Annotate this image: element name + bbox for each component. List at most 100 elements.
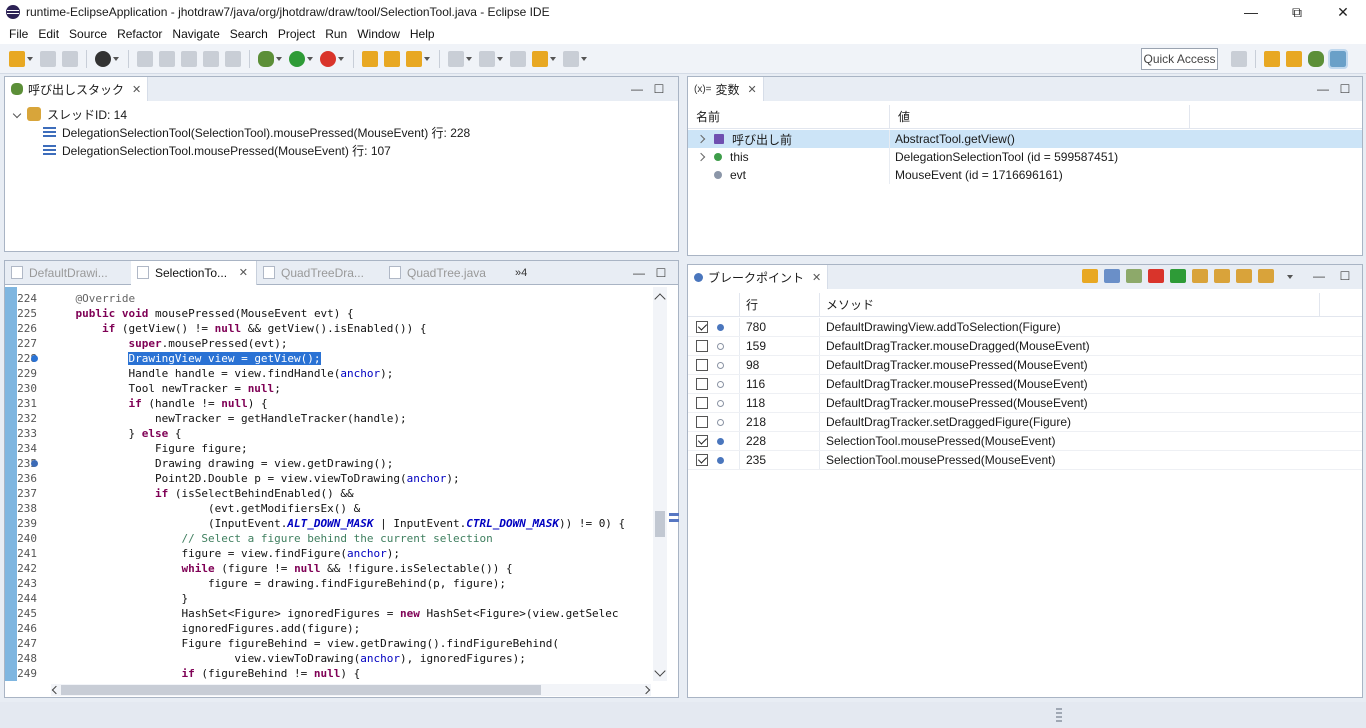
menu-run[interactable]: Run bbox=[320, 27, 352, 41]
chevron-right-icon[interactable] bbox=[698, 152, 708, 162]
view-menu-icon[interactable] bbox=[1287, 269, 1303, 283]
code-line[interactable]: 233 } else { bbox=[17, 426, 651, 441]
code-line[interactable]: 245 HashSet<Figure> ignoredFigures = new… bbox=[17, 606, 651, 621]
search-icon[interactable] bbox=[406, 50, 422, 67]
code-line[interactable]: 232 newTracker = getHandleTracker(handle… bbox=[17, 411, 651, 426]
debug-dropdown-icon[interactable] bbox=[276, 51, 283, 67]
chevron-right-icon[interactable] bbox=[641, 685, 651, 695]
external-tools-dropdown-icon[interactable] bbox=[338, 51, 345, 67]
code-line[interactable]: 235 Drawing drawing = view.getDrawing(); bbox=[17, 456, 651, 471]
step-into-icon[interactable] bbox=[1192, 269, 1208, 283]
occurrence-marker[interactable] bbox=[669, 513, 679, 516]
code-line[interactable]: 231 if (handle != null) { bbox=[17, 396, 651, 411]
minimize-view-button[interactable]: — bbox=[626, 81, 648, 97]
menu-help[interactable]: Help bbox=[405, 27, 440, 41]
minimize-view-button[interactable]: — bbox=[1309, 269, 1329, 283]
code-text[interactable]: (InputEvent.ALT_DOWN_MASK | InputEvent.C… bbox=[39, 516, 651, 531]
open-task-icon[interactable] bbox=[384, 50, 400, 67]
breakpoint-row[interactable]: 98 DefaultDragTracker.mousePressed(MouseE… bbox=[688, 356, 1362, 375]
code-line[interactable]: 227 super.mousePressed(evt); bbox=[17, 336, 651, 351]
close-icon[interactable]: ✕ bbox=[132, 83, 141, 96]
editor-tab-active[interactable]: SelectionTo... ✕ bbox=[131, 260, 257, 285]
scrollbar-thumb[interactable] bbox=[655, 511, 665, 537]
code-line[interactable]: 230 Tool newTracker = null; bbox=[17, 381, 651, 396]
column-line[interactable]: 行 bbox=[740, 293, 820, 316]
chevron-left-icon[interactable] bbox=[51, 685, 61, 695]
editor-gutter[interactable] bbox=[5, 287, 17, 681]
open-perspective-icon[interactable] bbox=[1231, 51, 1247, 67]
current-instruction-line[interactable]: 228 DrawingView view = getView(); bbox=[17, 351, 651, 366]
resource-perspective-icon[interactable] bbox=[1264, 51, 1280, 67]
step-return-icon[interactable] bbox=[1236, 269, 1252, 283]
close-icon[interactable]: ✕ bbox=[812, 271, 821, 284]
menu-window[interactable]: Window bbox=[352, 27, 405, 41]
code-line[interactable]: 226 if (getView() != null && getView().i… bbox=[17, 321, 651, 336]
debug-perspective-icon[interactable] bbox=[1308, 51, 1324, 67]
code-line[interactable]: 239 (InputEvent.ALT_DOWN_MASK | InputEve… bbox=[17, 516, 651, 531]
chevron-right-icon[interactable] bbox=[698, 134, 708, 144]
variable-row[interactable]: evt MouseEvent (id = 1716696161) bbox=[688, 166, 1362, 184]
quick-access-input[interactable]: Quick Access bbox=[1141, 48, 1218, 70]
breakpoint-checkbox[interactable] bbox=[696, 416, 708, 428]
minimize-view-button[interactable]: — bbox=[1312, 81, 1334, 97]
new-icon[interactable] bbox=[9, 50, 25, 67]
back-icon[interactable] bbox=[532, 50, 548, 67]
breakpoint-row[interactable]: 780 DefaultDrawingView.addToSelection(Fig… bbox=[688, 318, 1362, 337]
code-text[interactable]: figure = view.findFigure(anchor); bbox=[39, 546, 651, 561]
code-line[interactable]: 242 while (figure != null && !figure.isS… bbox=[17, 561, 651, 576]
menu-source[interactable]: Source bbox=[64, 27, 112, 41]
code-line[interactable]: 246 ignoredFigures.add(figure); bbox=[17, 621, 651, 636]
code-line[interactable]: 237 if (isSelectBehindEnabled() && bbox=[17, 486, 651, 501]
back-dropdown-icon[interactable] bbox=[550, 51, 557, 67]
forward-dropdown-icon[interactable] bbox=[581, 51, 588, 67]
open-type-icon[interactable] bbox=[362, 50, 378, 67]
code-text[interactable]: Point2D.Double p = view.viewToDrawing(an… bbox=[39, 471, 651, 486]
step-over-icon[interactable] bbox=[1214, 269, 1230, 283]
code-text[interactable]: while (figure != null && !figure.isSelec… bbox=[39, 561, 651, 576]
code-line[interactable]: 229 Handle handle = view.findHandle(anch… bbox=[17, 366, 651, 381]
debug-icon[interactable] bbox=[258, 50, 274, 67]
code-text[interactable]: } bbox=[39, 591, 651, 606]
overview-ruler[interactable] bbox=[669, 513, 679, 525]
maximize-button[interactable]: ⧉ bbox=[1274, 0, 1320, 24]
thread-node[interactable]: スレッドID: 14 bbox=[5, 105, 678, 123]
menu-navigate[interactable]: Navigate bbox=[167, 27, 224, 41]
breakpoint-row[interactable]: 218 DefaultDragTracker.setDraggedFigure(F… bbox=[688, 413, 1362, 432]
maximize-view-button[interactable]: ☐ bbox=[648, 81, 670, 97]
menu-file[interactable]: File bbox=[4, 27, 33, 41]
forward-icon[interactable] bbox=[563, 50, 579, 67]
breakpoint-checkbox[interactable] bbox=[696, 397, 708, 409]
resume-icon[interactable] bbox=[137, 50, 153, 67]
editor-tab[interactable]: DefaultDrawi... bbox=[5, 261, 131, 285]
code-text[interactable]: } else { bbox=[39, 426, 651, 441]
code-line[interactable]: 238 (evt.getModifiersEx() & bbox=[17, 501, 651, 516]
code-text[interactable]: if (isSelectBehindEnabled() && bbox=[39, 486, 651, 501]
column-value[interactable]: 値 bbox=[890, 105, 1190, 128]
code-text[interactable]: DrawingView view = getView(); bbox=[31, 351, 651, 366]
code-text[interactable]: public void mousePressed(MouseEvent evt)… bbox=[39, 306, 651, 321]
code-editor[interactable]: 224 @Override 225 public void mousePresse… bbox=[17, 291, 651, 681]
code-line[interactable]: 247 Figure figureBehind = view.getDrawin… bbox=[17, 636, 651, 651]
breakpoint-row[interactable]: 235 SelectionTool.mousePressed(MouseEvent… bbox=[688, 451, 1362, 470]
maximize-view-button[interactable]: ☐ bbox=[650, 265, 672, 281]
breakpoint-checkbox[interactable] bbox=[696, 321, 708, 333]
stack-frame[interactable]: DelegationSelectionTool(SelectionTool).m… bbox=[5, 123, 678, 141]
breakpoint-row[interactable]: 116 DefaultDragTracker.mousePressed(Mouse… bbox=[688, 375, 1362, 394]
column-name[interactable]: 名前 bbox=[688, 105, 890, 128]
menu-project[interactable]: Project bbox=[273, 27, 320, 41]
external-tools-icon[interactable] bbox=[320, 50, 336, 67]
code-line[interactable]: 243 figure = drawing.findFigureBehind(p,… bbox=[17, 576, 651, 591]
code-text[interactable]: ignoredFigures.add(figure); bbox=[39, 621, 651, 636]
link-icon[interactable] bbox=[1104, 269, 1120, 283]
previous-annotation-icon[interactable] bbox=[479, 50, 495, 67]
horizontal-scrollbar[interactable] bbox=[51, 684, 651, 696]
menu-search[interactable]: Search bbox=[225, 27, 273, 41]
terminate-icon[interactable] bbox=[1148, 269, 1164, 283]
breakpoint-checkbox[interactable] bbox=[696, 435, 708, 447]
java-perspective-icon[interactable] bbox=[1286, 51, 1302, 67]
vertical-scrollbar[interactable] bbox=[653, 287, 667, 681]
code-line[interactable]: 244 } bbox=[17, 591, 651, 606]
close-icon[interactable]: ✕ bbox=[239, 266, 248, 279]
maximize-view-button[interactable]: ☐ bbox=[1335, 269, 1355, 283]
search-dropdown-icon[interactable] bbox=[424, 51, 431, 67]
